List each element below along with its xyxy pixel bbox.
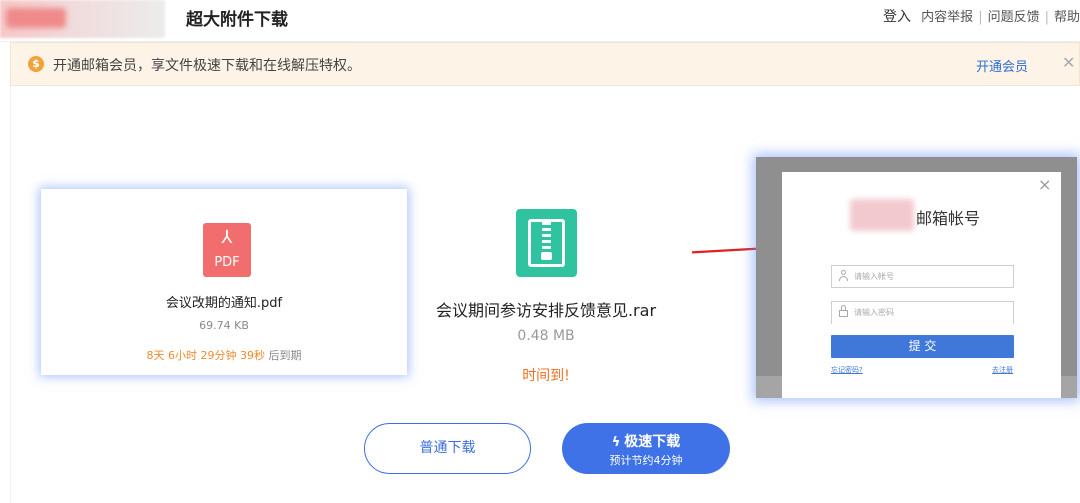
rar-file-size: 0.48 MB — [517, 328, 575, 344]
dialog-title: 邮箱帐号 — [916, 209, 981, 228]
zipper-pull — [541, 252, 552, 260]
logo-mark — [6, 8, 66, 28]
separator: | — [1044, 10, 1049, 25]
acrobat-icon: ⅄ — [221, 227, 233, 248]
expire-time: 8天 6小时 29分钟 39秒 — [146, 349, 265, 362]
user-icon — [839, 270, 848, 281]
account-input[interactable]: 请输入帐号 — [831, 265, 1014, 288]
content-divider — [10, 86, 11, 503]
help-link[interactable]: 帮助 — [1054, 10, 1080, 25]
header-links: 登入 内容举报 | 问题反馈 | 帮助 — [883, 6, 1080, 26]
register-link[interactable]: 去注册 — [992, 365, 1013, 375]
login-dialog-screenshot: × 邮箱帐号 请输入帐号 请输入密码 提 交 忘记密码? 去注册 — [756, 157, 1077, 398]
rar-file-name: 会议期间参访安排反馈意见.rar — [435, 301, 657, 320]
membership-notice-bar: $ 开通邮箱会员，享文件极速下载和在线解压特权。 开通会员 ✕ — [10, 42, 1080, 86]
zip-file-icon — [516, 209, 577, 277]
fast-download-label: ϟ 极速下载 — [562, 431, 730, 451]
fast-download-note: 预计节约4分钟 — [609, 454, 683, 467]
fast-download-button[interactable]: ϟ 极速下载 预计节约4分钟 — [562, 423, 730, 474]
pdf-expire-countdown: 8天 6小时 29分钟 39秒 后到期 — [41, 347, 407, 363]
pdf-file-card[interactable]: ⅄ PDF 会议改期的通知.pdf 69.74 KB 8天 6小时 29分钟 3… — [41, 189, 407, 375]
feedback-link[interactable]: 问题反馈 — [988, 10, 1040, 25]
pdf-file-size: 69.74 KB — [199, 319, 249, 332]
login-dialog: × 邮箱帐号 请输入帐号 请输入密码 提 交 忘记密码? 去注册 — [782, 172, 1061, 398]
login-link[interactable]: 登入 — [883, 9, 911, 25]
password-placeholder: 请输入密码 — [854, 308, 894, 317]
page-title: 超大附件下载 — [186, 10, 288, 30]
dialog-close-icon[interactable]: × — [1038, 175, 1051, 194]
expired-status: 时间到! — [522, 368, 570, 384]
submit-button[interactable]: 提 交 — [831, 335, 1014, 358]
top-header: 超大附件下载 登入 内容举报 | 问题反馈 | 帮助 — [0, 0, 1080, 42]
forgot-password-link[interactable]: 忘记密码? — [831, 365, 863, 375]
account-placeholder: 请输入帐号 — [854, 272, 894, 281]
open-membership-link[interactable]: 开通会员 — [976, 56, 1028, 75]
close-icon[interactable]: ✕ — [1062, 53, 1075, 72]
pdf-file-icon: ⅄ PDF — [203, 223, 251, 277]
separator: | — [978, 10, 983, 25]
expire-suffix: 后到期 — [268, 349, 302, 362]
lock-icon — [839, 305, 848, 317]
brand-name-blurred — [850, 199, 914, 231]
normal-download-button[interactable]: 普通下载 — [364, 423, 531, 474]
lightning-icon: ϟ — [611, 435, 621, 450]
pdf-icon-label: PDF — [214, 255, 240, 270]
pdf-file-name: 会议改期的通知.pdf — [165, 296, 283, 311]
notice-text: 开通邮箱会员，享文件极速下载和在线解压特权。 — [53, 58, 361, 74]
password-input[interactable]: 请输入密码 — [831, 301, 1014, 324]
zipper-icon — [542, 222, 551, 252]
coin-icon: $ — [28, 56, 44, 72]
fast-download-text: 极速下载 — [624, 434, 681, 450]
report-link[interactable]: 内容举报 — [921, 10, 973, 25]
